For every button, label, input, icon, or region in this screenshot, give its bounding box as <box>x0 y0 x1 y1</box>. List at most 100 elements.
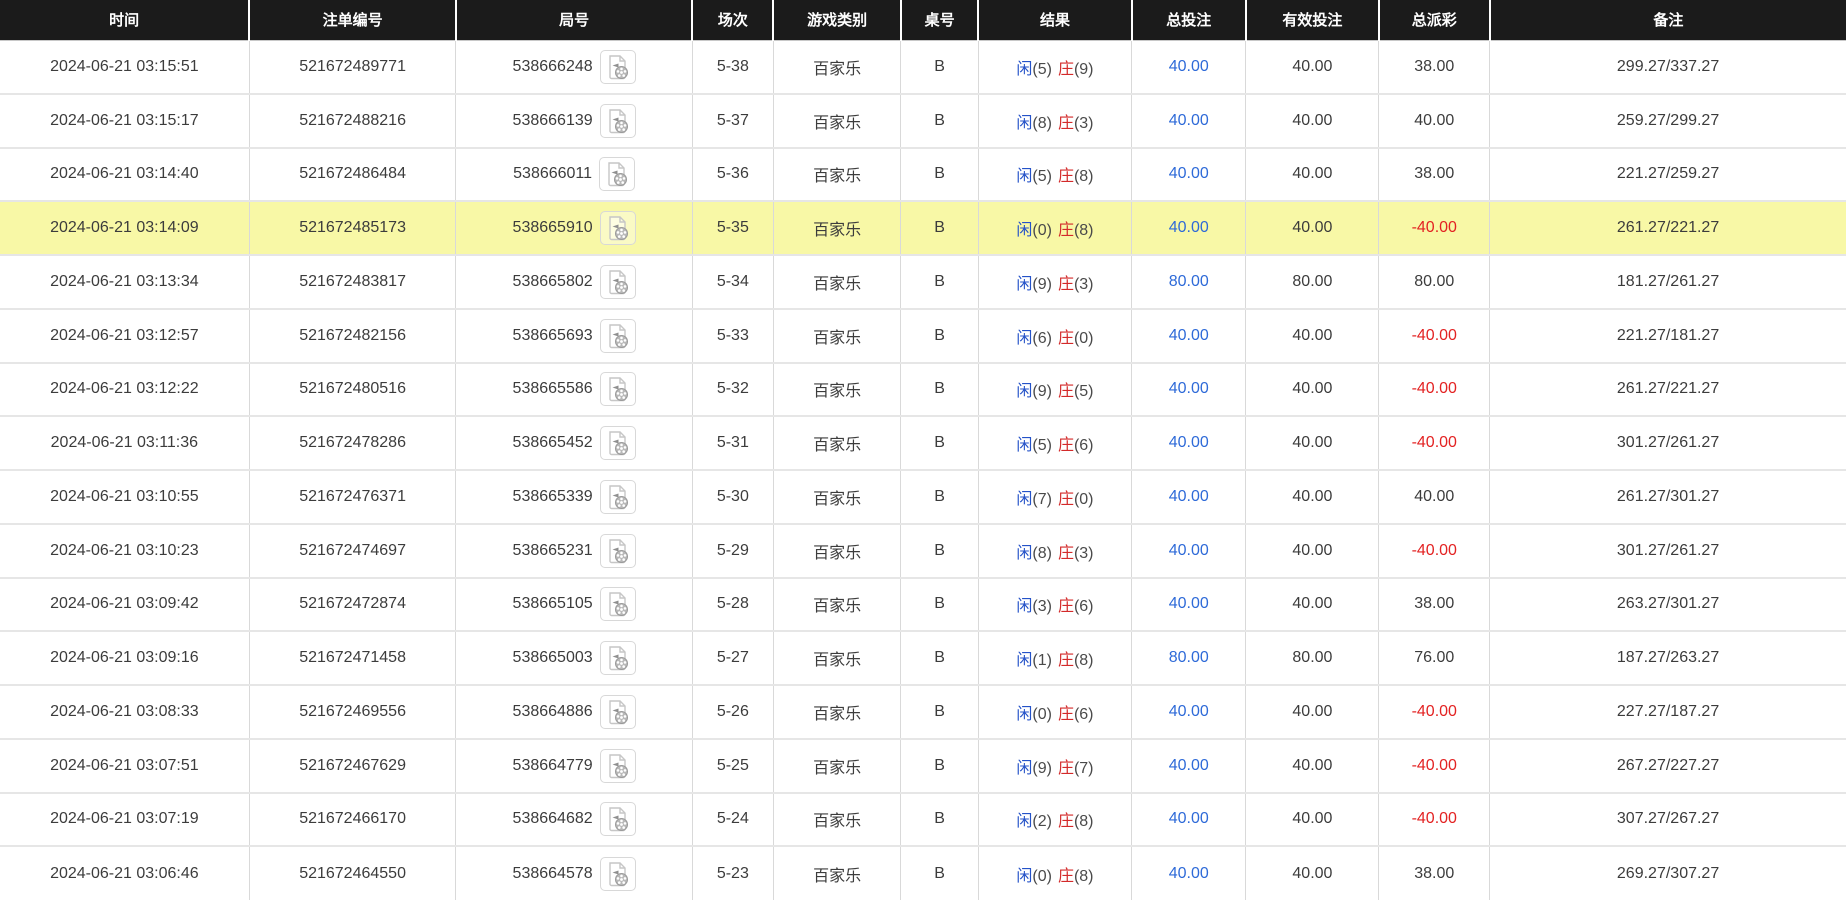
video-replay-button[interactable] <box>600 695 636 729</box>
cell-session: 5-25 <box>692 739 773 793</box>
cell-time: 2024-06-21 03:07:51 <box>0 739 249 793</box>
video-replay-button[interactable] <box>600 587 636 621</box>
session-number: 5-29 <box>717 542 749 559</box>
column-header-session: 场次 <box>692 0 773 40</box>
cell-table-no: B <box>901 255 979 309</box>
video-replay-button[interactable] <box>600 534 636 568</box>
video-replay-button[interactable] <box>600 319 636 353</box>
total-bet-link[interactable]: 40.00 <box>1169 703 1209 720</box>
total-bet-link[interactable]: 40.00 <box>1169 488 1209 505</box>
video-file-icon <box>606 538 630 564</box>
cell-result: 闲(7)庄(0) <box>978 470 1131 524</box>
video-replay-button[interactable] <box>600 104 636 138</box>
cell-payout: 38.00 <box>1379 148 1490 202</box>
video-replay-button[interactable] <box>600 480 636 514</box>
remark-value: 263.27/301.27 <box>1617 595 1719 612</box>
bet-time: 2024-06-21 03:15:51 <box>50 58 199 75</box>
video-replay-button[interactable] <box>600 211 636 245</box>
table-number: B <box>934 58 945 75</box>
video-replay-button[interactable] <box>600 265 636 299</box>
table-row[interactable]: 2024-06-21 03:09:42 521672472874 5386651… <box>0 578 1846 632</box>
table-row[interactable]: 2024-06-21 03:10:55 521672476371 5386653… <box>0 470 1846 524</box>
cell-game-type: 百家乐 <box>773 846 900 900</box>
video-replay-button[interactable] <box>600 641 636 675</box>
table-row[interactable]: 2024-06-21 03:07:19 521672466170 5386646… <box>0 793 1846 847</box>
bet-records-table: 时间 注单编号 局号 场次 游戏类别 桌号 结果 总投注 有效投注 总派彩 备注… <box>0 0 1846 900</box>
video-replay-button[interactable] <box>600 372 636 406</box>
total-bet-link[interactable]: 80.00 <box>1169 273 1209 290</box>
cell-session: 5-32 <box>692 363 773 417</box>
total-bet-link[interactable]: 40.00 <box>1169 380 1209 397</box>
game-type: 百家乐 <box>813 222 861 239</box>
table-row[interactable]: 2024-06-21 03:11:36 521672478286 5386654… <box>0 416 1846 470</box>
payout-value: -40.00 <box>1412 810 1457 827</box>
video-replay-button[interactable] <box>600 857 636 891</box>
video-file-icon <box>606 699 630 725</box>
banker-label: 庄 <box>1058 706 1074 723</box>
cell-bet-id: 521672485173 <box>249 201 456 255</box>
bet-id: 521672488216 <box>299 112 406 129</box>
column-header-round_no: 局号 <box>456 0 692 40</box>
table-row[interactable]: 2024-06-21 03:10:23 521672474697 5386652… <box>0 524 1846 578</box>
cell-valid-bet: 40.00 <box>1246 524 1379 578</box>
total-bet-link[interactable]: 40.00 <box>1169 434 1209 451</box>
table-row[interactable]: 2024-06-21 03:15:17 521672488216 5386661… <box>0 94 1846 148</box>
total-bet-link[interactable]: 40.00 <box>1169 757 1209 774</box>
cell-total-bet: 80.00 <box>1132 631 1246 685</box>
table-row[interactable]: 2024-06-21 03:09:16 521672471458 5386650… <box>0 631 1846 685</box>
total-bet-link[interactable]: 40.00 <box>1169 595 1209 612</box>
player-score: (5) <box>1032 61 1052 78</box>
video-replay-button[interactable] <box>599 157 635 191</box>
cell-total-bet: 40.00 <box>1132 793 1246 847</box>
total-bet-link[interactable]: 40.00 <box>1169 865 1209 882</box>
table-row[interactable]: 2024-06-21 03:12:57 521672482156 5386656… <box>0 309 1846 363</box>
bet-id: 521672464550 <box>299 865 406 882</box>
video-replay-button[interactable] <box>600 802 636 836</box>
player-label: 闲 <box>1016 383 1032 400</box>
total-bet-link[interactable]: 40.00 <box>1169 542 1209 559</box>
table-row[interactable]: 2024-06-21 03:12:22 521672480516 5386655… <box>0 363 1846 417</box>
cell-bet-id: 521672483817 <box>249 255 456 309</box>
total-bet-link[interactable]: 40.00 <box>1169 165 1209 182</box>
video-file-icon <box>606 645 630 671</box>
banker-score: (8) <box>1074 813 1094 830</box>
total-bet-link[interactable]: 40.00 <box>1169 219 1209 236</box>
cell-time: 2024-06-21 03:06:46 <box>0 846 249 900</box>
video-file-icon <box>605 161 629 187</box>
total-bet-link[interactable]: 40.00 <box>1169 327 1209 344</box>
cell-time: 2024-06-21 03:12:57 <box>0 309 249 363</box>
table-row[interactable]: 2024-06-21 03:13:34 521672483817 5386658… <box>0 255 1846 309</box>
cell-session: 5-33 <box>692 309 773 363</box>
remark-value: 299.27/337.27 <box>1617 58 1719 75</box>
cell-total-bet: 40.00 <box>1132 201 1246 255</box>
table-row[interactable]: 2024-06-21 03:14:40 521672486484 5386660… <box>0 148 1846 202</box>
cell-total-bet: 40.00 <box>1132 416 1246 470</box>
round-number: 538665910 <box>513 219 593 237</box>
table-row[interactable]: 2024-06-21 03:14:09 521672485173 5386659… <box>0 201 1846 255</box>
total-bet-link[interactable]: 40.00 <box>1169 112 1209 129</box>
round-number: 538664886 <box>513 703 593 721</box>
cell-time: 2024-06-21 03:15:51 <box>0 40 249 94</box>
cell-game-type: 百家乐 <box>773 578 900 632</box>
table-row[interactable]: 2024-06-21 03:08:33 521672469556 5386648… <box>0 685 1846 739</box>
player-label: 闲 <box>1016 330 1032 347</box>
cell-valid-bet: 40.00 <box>1246 685 1379 739</box>
video-replay-button[interactable] <box>600 749 636 783</box>
banker-score: (0) <box>1074 491 1094 508</box>
cell-remark: 267.27/227.27 <box>1490 739 1846 793</box>
total-bet-link[interactable]: 40.00 <box>1169 810 1209 827</box>
session-number: 5-32 <box>717 380 749 397</box>
remark-value: 187.27/263.27 <box>1617 649 1719 666</box>
cell-round: 538665339 <box>456 470 692 524</box>
cell-round: 538665231 <box>456 524 692 578</box>
video-replay-button[interactable] <box>600 426 636 460</box>
video-replay-button[interactable] <box>600 50 636 84</box>
table-row[interactable]: 2024-06-21 03:06:46 521672464550 5386645… <box>0 846 1846 900</box>
player-label: 闲 <box>1016 61 1032 78</box>
total-bet-link[interactable]: 40.00 <box>1169 58 1209 75</box>
table-row[interactable]: 2024-06-21 03:15:51 521672489771 5386662… <box>0 40 1846 94</box>
cell-bet-id: 521672466170 <box>249 793 456 847</box>
table-row[interactable]: 2024-06-21 03:07:51 521672467629 5386647… <box>0 739 1846 793</box>
payout-value: -40.00 <box>1412 757 1457 774</box>
total-bet-link[interactable]: 80.00 <box>1169 649 1209 666</box>
